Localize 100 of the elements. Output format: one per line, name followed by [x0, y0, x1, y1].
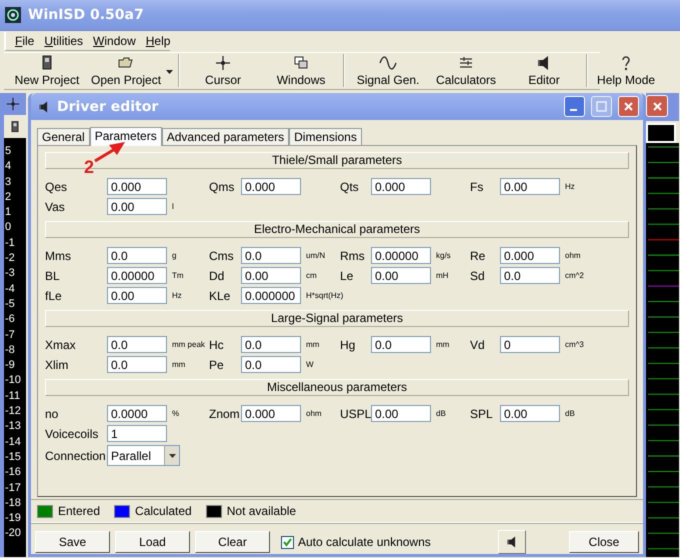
parameter-label: fLe [45, 288, 63, 302]
axis-label: -3 [4, 266, 16, 282]
unit-label: cm [305, 271, 318, 280]
input-field[interactable]: 0.000 [500, 247, 560, 264]
input-field[interactable]: 0.0 [107, 356, 167, 373]
unit-label: l [171, 202, 175, 211]
unit-label: mm [435, 340, 450, 349]
connection-dropdown[interactable]: Parallel [107, 445, 180, 466]
legend-label: Not available [226, 504, 296, 518]
toolbar-button[interactable]: Open Project [86, 54, 176, 87]
toolbar-button[interactable]: Signal Gen. [349, 54, 428, 87]
input-field[interactable]: 0.00000 [107, 267, 167, 284]
toolbar-button[interactable]: Editor [505, 54, 584, 87]
close-icon [623, 101, 634, 112]
input-field[interactable]: 0.0 [241, 336, 301, 353]
parameter-label: USPL [340, 406, 371, 420]
parameter-label: Vas [45, 200, 66, 214]
axis-label: 4 [4, 159, 12, 174]
axis-label: -9 [4, 358, 16, 374]
crosshair-icon[interactable] [5, 96, 21, 112]
input-field[interactable]: 0.0 [500, 267, 560, 284]
input-field[interactable]: 0.0 [241, 356, 301, 373]
dialog-button[interactable]: Save [35, 531, 110, 553]
tab[interactable]: Parameters [90, 127, 162, 146]
axis-label: 3 [4, 174, 12, 190]
input-field[interactable]: 0.0 [107, 336, 167, 353]
axis-label: 0 [4, 220, 12, 236]
dialog-title: Driver editor [57, 98, 160, 114]
unit-label: kg/s [435, 251, 452, 260]
tab[interactable]: Dimensions [289, 128, 362, 145]
unit-label: mm peak [171, 340, 206, 349]
maximize-icon [596, 101, 607, 112]
toolbar-button[interactable]: Calculators [427, 54, 506, 87]
parameter-label: Sd [470, 268, 486, 282]
input-field[interactable]: 0.00 [107, 198, 167, 215]
axis-label: 5 [4, 144, 12, 159]
dialog-button[interactable]: Clear [195, 531, 270, 553]
parameter-label: Vd [470, 338, 486, 352]
input-field[interactable]: 1 [107, 425, 167, 442]
parameter-label: Le [340, 268, 354, 282]
toolbar-button[interactable]: Help Mode [592, 54, 660, 87]
minimize-button[interactable] [564, 96, 585, 117]
menu-item[interactable]: Utilities [39, 34, 88, 48]
annotation-arrow [93, 141, 127, 163]
input-field[interactable]: 0.00 [371, 405, 431, 422]
tab[interactable]: Advanced parameters [162, 128, 290, 145]
parameter-label: Xmax [45, 338, 77, 352]
toolbar-button[interactable]: Cursor [184, 54, 262, 87]
input-field[interactable]: 0.00 [241, 267, 301, 284]
wave-icon [379, 54, 398, 72]
input-field[interactable]: 0.0000 [107, 405, 167, 422]
axis-label: -4 [4, 282, 16, 297]
close-button[interactable] [618, 96, 639, 117]
window-title: WinISD 0.50a7 [28, 7, 144, 23]
tab[interactable]: General [37, 128, 90, 145]
parameter-label: Mms [45, 248, 72, 262]
parameter-label: Dd [209, 268, 226, 282]
input-field[interactable]: 0.00 [371, 267, 431, 284]
close-button[interactable] [646, 95, 668, 117]
input-field[interactable]: 0.000000 [241, 287, 301, 304]
graph-legend-box [646, 123, 676, 143]
speaker-button[interactable] [498, 530, 526, 554]
input-field[interactable]: 0.000 [107, 178, 167, 195]
input-field[interactable]: 0.00000 [371, 247, 431, 264]
axis-label: -19 [4, 511, 22, 526]
parameter-label: Hc [209, 338, 225, 352]
toolbar-button[interactable]: New Project [8, 54, 86, 87]
input-field[interactable]: 0.000 [371, 178, 431, 195]
parameter-label: no [45, 406, 60, 420]
parameter-label: Qts [340, 180, 360, 194]
input-field[interactable]: 0.000 [241, 405, 301, 422]
axis-label: -5 [4, 296, 16, 312]
close-button[interactable]: Close [569, 531, 639, 553]
checkbox[interactable] [281, 536, 294, 548]
input-field[interactable]: 0 [500, 336, 560, 353]
input-field[interactable]: 0.00 [107, 287, 167, 304]
axis-label: -14 [4, 434, 22, 450]
input-field[interactable]: 0.000 [241, 178, 301, 195]
unit-label: dB [564, 409, 576, 418]
input-field[interactable]: 0.0 [107, 247, 167, 264]
unit-label: W [305, 360, 315, 369]
input-field[interactable]: 0.0 [371, 336, 431, 353]
input-field[interactable]: 0.00 [500, 405, 560, 422]
parameter-label: Qes [45, 180, 68, 194]
menu-item[interactable]: Help [140, 34, 176, 48]
section-header: Large-Signal parameters [45, 310, 629, 327]
menu-item[interactable]: File [10, 34, 40, 48]
unit-label: % [171, 409, 180, 418]
unit-label: Tm [171, 271, 185, 280]
axis-label: 2 [4, 190, 12, 205]
axis-label: -6 [4, 312, 16, 328]
toolbar-button[interactable]: Windows [262, 54, 340, 87]
input-field[interactable]: 0.0 [241, 247, 301, 264]
legend-label: Entered [58, 504, 100, 518]
menu-item[interactable]: Window [88, 34, 141, 48]
input-field[interactable]: 0.00 [500, 178, 560, 195]
dialog-button[interactable]: Load [115, 531, 190, 553]
axis-label: -12 [4, 404, 22, 420]
unit-label: um/N [305, 251, 326, 260]
parameter-label: KLe [209, 288, 232, 302]
